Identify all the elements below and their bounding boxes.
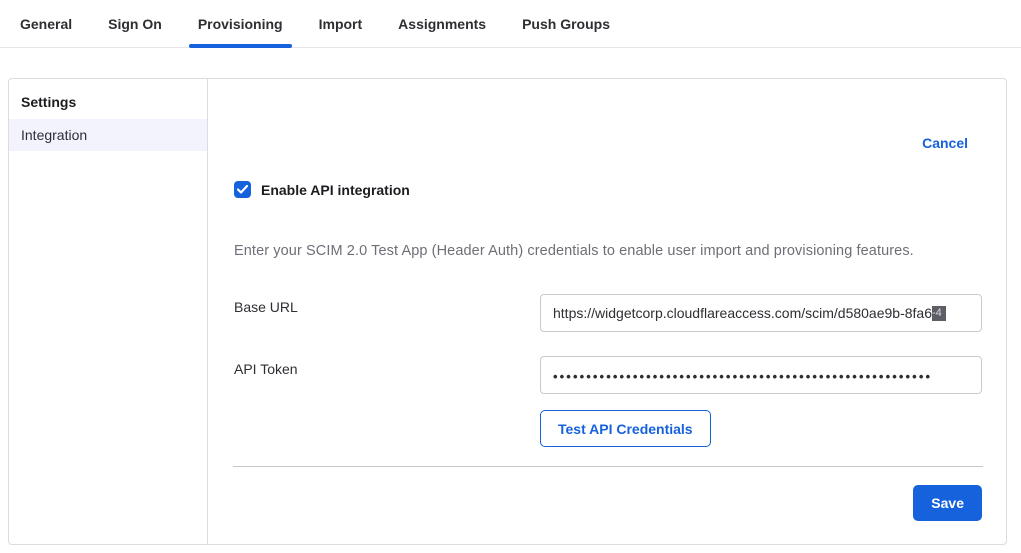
clipped-selection-text: -4	[932, 306, 946, 321]
api-token-label: API Token	[234, 361, 298, 377]
checkmark-icon	[237, 185, 248, 194]
test-api-credentials-button[interactable]: Test API Credentials	[540, 410, 711, 447]
tab-push-groups[interactable]: Push Groups	[513, 0, 619, 47]
sidebar-header: Settings	[9, 85, 207, 119]
api-token-masked-value: ••••••••••••••••••••••••••••••••••••••••…	[553, 367, 932, 384]
tab-assignments[interactable]: Assignments	[389, 0, 495, 47]
base-url-label: Base URL	[234, 299, 298, 315]
save-button[interactable]: Save	[913, 485, 982, 521]
base-url-value: https://widgetcorp.cloudflareaccess.com/…	[553, 305, 932, 321]
footer-divider	[233, 466, 983, 467]
sidebar-item-integration[interactable]: Integration	[9, 119, 207, 151]
tab-general[interactable]: General	[11, 0, 81, 47]
integration-form: Cancel Enable API integration Enter your…	[208, 79, 1006, 544]
enable-api-checkbox[interactable]	[234, 181, 251, 198]
settings-sidebar: Settings Integration	[9, 79, 208, 544]
tab-sign-on[interactable]: Sign On	[99, 0, 171, 47]
tab-provisioning[interactable]: Provisioning	[189, 0, 292, 47]
credentials-description: Enter your SCIM 2.0 Test App (Header Aut…	[234, 243, 966, 259]
cancel-link[interactable]: Cancel	[922, 135, 968, 151]
base-url-input[interactable]: https://widgetcorp.cloudflareaccess.com/…	[540, 294, 982, 332]
app-tab-bar: General Sign On Provisioning Import Assi…	[0, 0, 1021, 48]
enable-api-label: Enable API integration	[261, 182, 410, 198]
provisioning-panel: Settings Integration Cancel Enable API i…	[8, 78, 1007, 545]
enable-api-integration-row[interactable]: Enable API integration	[234, 181, 410, 198]
tab-import[interactable]: Import	[310, 0, 372, 47]
api-token-input[interactable]: ••••••••••••••••••••••••••••••••••••••••…	[540, 356, 982, 394]
